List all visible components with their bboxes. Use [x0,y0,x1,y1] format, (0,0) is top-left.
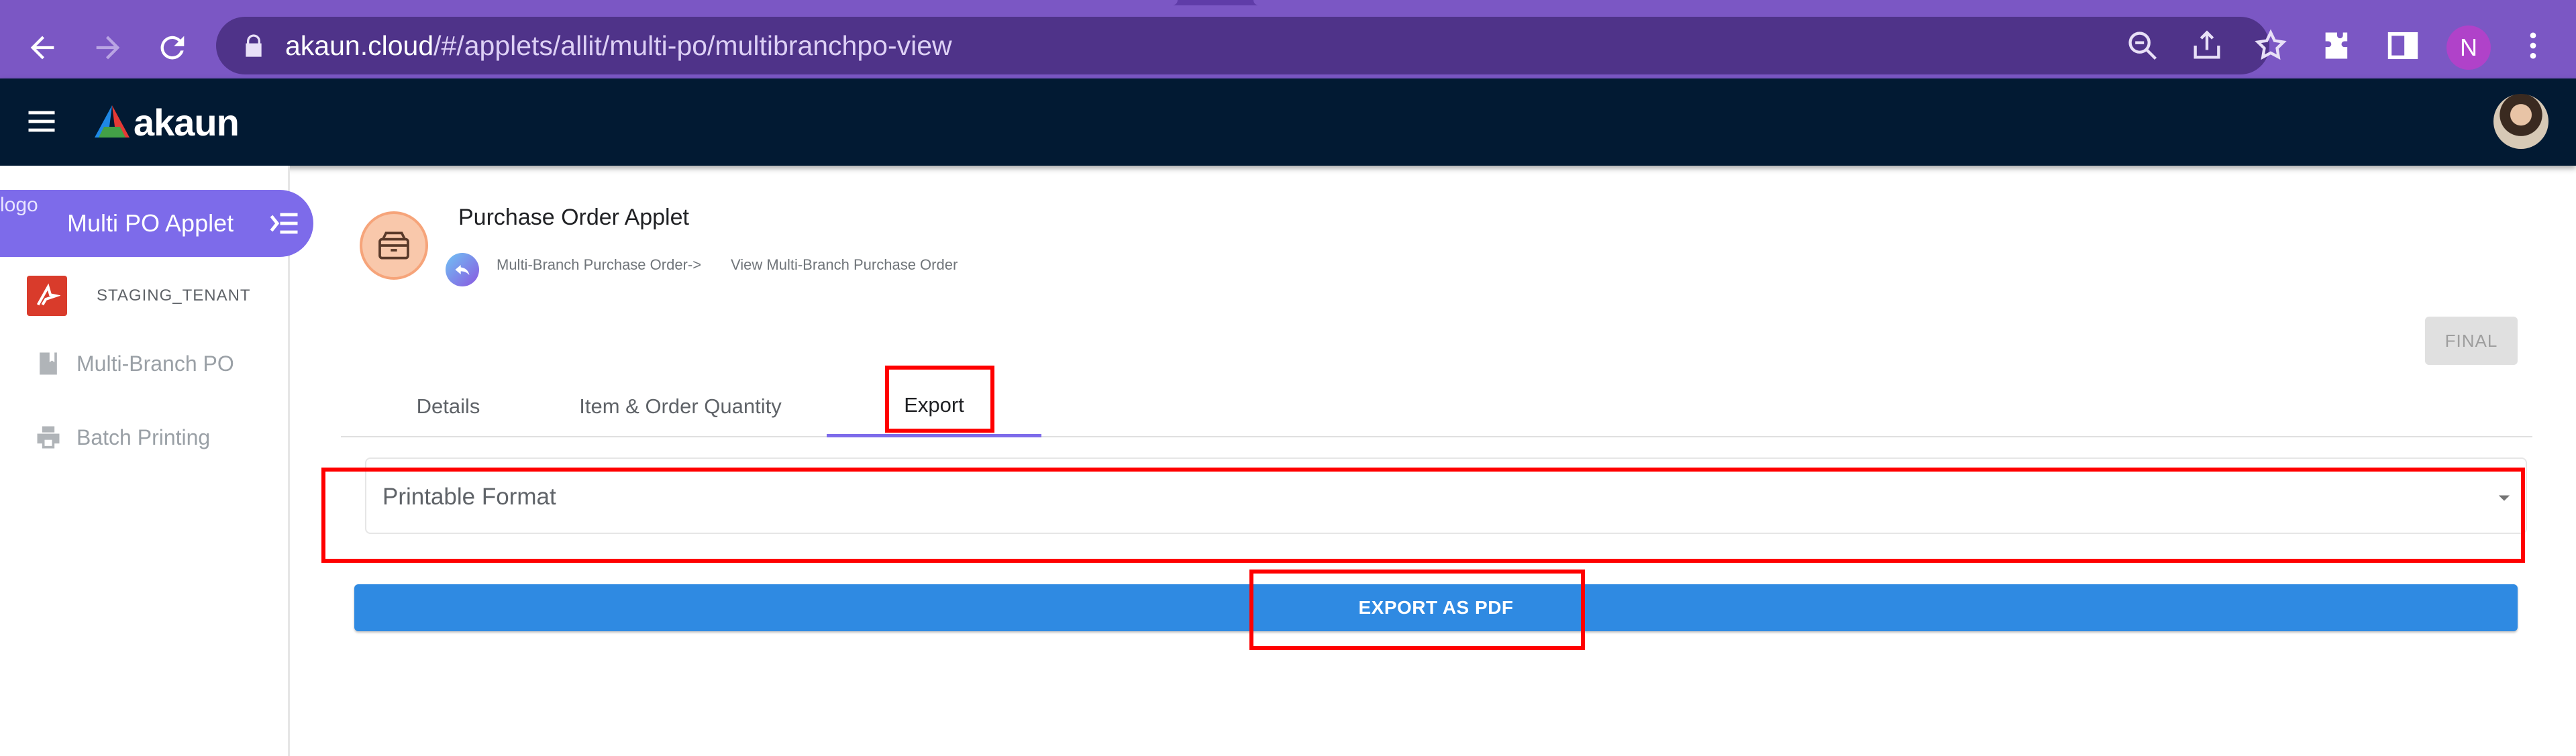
status-final-button[interactable]: FINAL [2425,317,2518,365]
lock-icon [246,34,262,57]
tenant-name: STAGING_TENANT [97,286,251,305]
extensions-button[interactable] [2314,22,2361,69]
menu-collapse-icon[interactable] [267,206,302,241]
tenant-selector[interactable]: STAGING_TENANT [27,274,251,317]
applet-icon [360,211,428,280]
applet-title: Multi PO Applet [67,209,234,237]
reply-arrow-icon [455,265,470,276]
forward-button[interactable] [82,21,134,74]
address-bar[interactable]: akaun.cloud/#/applets/allit/multi-po/mul… [216,17,2287,74]
browser-toolbar: akaun.cloud/#/applets/allit/multi-po/mul… [0,5,2576,78]
user-avatar[interactable] [2493,94,2548,149]
zoom-button[interactable] [2125,28,2160,63]
profile-button[interactable]: N [2446,25,2491,70]
url-path: /#/applets/allit/multi-po/multibranchpo-… [433,30,952,61]
arrow-left-icon [30,36,54,60]
reload-icon [160,36,185,60]
arrow-right-icon [96,36,120,60]
browser-tab[interactable] [1253,0,2576,5]
tab-export[interactable]: Export [827,376,1041,437]
printable-format-select[interactable]: Printable Format [365,457,2527,534]
share-button[interactable] [2189,28,2224,63]
share-icon [2194,30,2220,59]
tab-item-order-quantity[interactable]: Item & Order Quantity [556,376,805,437]
sidebar: logo Multi PO Applet STAGING_TENANT Mult… [0,166,313,756]
side-panel-button[interactable] [2379,22,2426,69]
bookmark-button[interactable] [2253,28,2288,63]
export-as-pdf-button[interactable]: EXPORT AS PDF [354,584,2518,631]
url-text: akaun.cloud/#/applets/allit/multi-po/mul… [285,17,952,74]
brand-name: akaun [134,101,240,144]
sidebar-item-label: Batch Printing [76,425,211,449]
side-panel-icon [2387,32,2418,60]
printable-format-placeholder: Printable Format [382,484,556,510]
tenant-logo [27,276,67,316]
tab-bar: Details Item & Order Quantity Export [341,376,2532,437]
puzzle-icon [2325,32,2348,59]
sidebar-item-batch-printing[interactable]: Batch Printing [34,414,210,461]
akaun-logo-icon [95,105,130,138]
tab-details[interactable]: Details [341,376,556,437]
back-button[interactable] [16,21,68,74]
sidebar-item-label: Multi-Branch PO [76,351,234,376]
breadcrumb-current: View Multi-Branch Purchase Order [731,256,958,273]
browser-tab-strip [0,0,2576,5]
tenant-logo-icon [36,283,60,306]
breadcrumb-parent[interactable]: Multi-Branch Purchase Order-> [497,256,701,274]
box-icon [378,231,409,260]
brand-logo[interactable]: akaun [92,99,240,146]
book-icon [40,352,57,375]
zoom-out-icon [2128,32,2157,60]
url-host: akaun.cloud [285,30,434,61]
back-nav-button[interactable] [446,253,479,286]
printer-icon [37,426,60,449]
sidebar-item-multi-branch-po[interactable]: Multi-Branch PO [34,340,234,387]
star-icon [2255,29,2287,60]
applet-logo: logo [0,194,38,216]
kebab-menu-icon [2530,32,2536,59]
reload-button[interactable] [146,21,199,74]
browser-tab[interactable] [0,0,1178,5]
page-title: Purchase Order Applet [458,205,689,230]
applet-header: logo Multi PO Applet [0,190,313,257]
browser-menu-button[interactable] [2510,22,2557,69]
caret-down-icon [2498,495,2510,501]
app-header: akaun [0,78,2576,166]
hamburger-menu-icon[interactable] [24,104,59,139]
